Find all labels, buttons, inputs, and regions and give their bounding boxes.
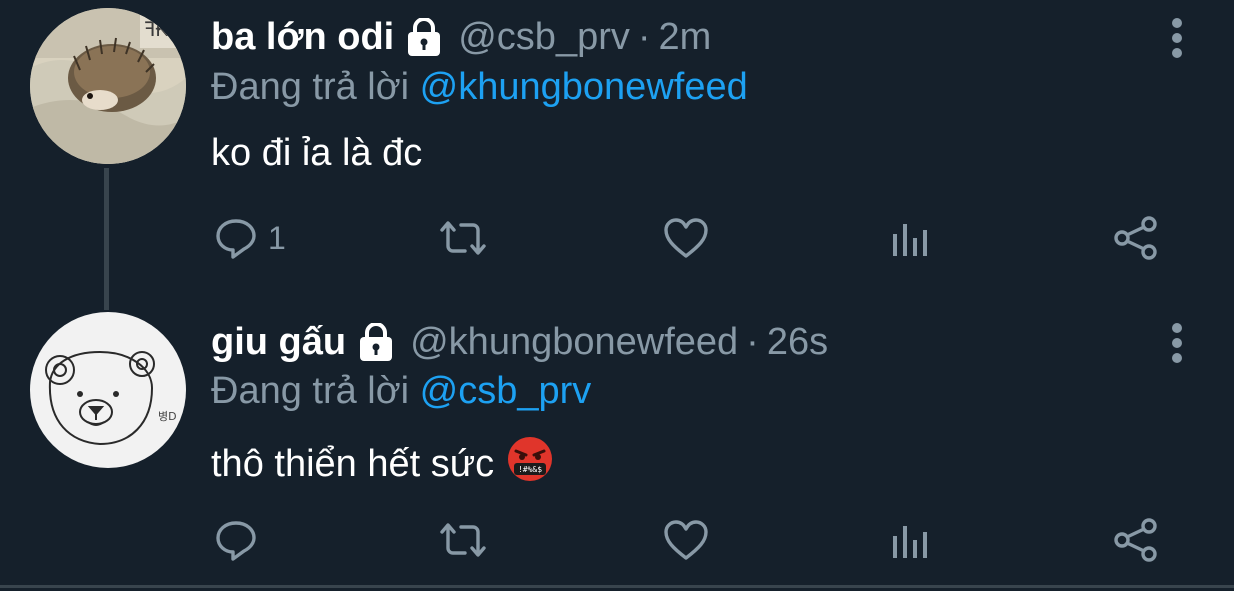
reply-button[interactable]: 1: [214, 208, 286, 268]
analytics-icon: [893, 224, 927, 256]
share-button[interactable]: [1113, 208, 1159, 268]
reply-icon: [216, 521, 256, 561]
lock-icon: [404, 16, 444, 58]
tweet-text-row: thô thiển hết sức !#%&$: [211, 435, 554, 493]
replying-to: Đang trả lời @khungbonewfeed: [211, 66, 748, 109]
retweet-icon: [440, 221, 486, 255]
separator-dot: ·: [746, 321, 759, 363]
tweet[interactable]: 병D giu gấu @khungbonewfeed · 26s Đang tr…: [0, 302, 1234, 588]
display-name[interactable]: ba lớn odi: [211, 16, 394, 59]
heart-icon: [664, 520, 708, 560]
like-button[interactable]: [663, 208, 709, 268]
replying-to-label: Đang trả lời: [211, 66, 410, 108]
analytics-button[interactable]: [891, 208, 931, 268]
action-bar: 1: [0, 208, 1234, 268]
more-options-icon[interactable]: [1170, 16, 1184, 60]
analytics-button[interactable]: [891, 510, 931, 570]
timestamp[interactable]: 2m: [659, 16, 712, 59]
hedgehog-avatar-image: ꟻ₭: [30, 8, 186, 164]
lock-icon: [356, 321, 396, 363]
reply-icon: [216, 219, 256, 259]
retweet-icon: [440, 523, 486, 557]
tweet-header: giu gấu @khungbonewfeed · 26s: [211, 321, 828, 364]
tweet-header: ba lớn odi @csb_prv · 2m: [211, 16, 711, 59]
shirt-print: ꟻ₭: [144, 19, 170, 41]
share-icon: [1114, 518, 1157, 562]
tweet[interactable]: ꟻ₭ ba lớn odi @csb_prv · 2m Đang trả lời…: [0, 0, 1234, 310]
more-options-icon[interactable]: [1170, 321, 1184, 365]
avatar[interactable]: ꟻ₭: [30, 8, 186, 164]
reply-button[interactable]: [214, 510, 268, 570]
reply-count: 1: [268, 219, 286, 256]
mention-link[interactable]: @csb_prv: [420, 370, 592, 412]
heart-icon: [664, 218, 708, 258]
action-bar: [0, 510, 1234, 570]
replying-to-label: Đang trả lời: [211, 370, 410, 412]
tweet-text: ko đi ỉa là đc: [211, 132, 423, 174]
user-handle[interactable]: @csb_prv: [458, 16, 630, 59]
separator-dot: ·: [637, 16, 651, 58]
timestamp[interactable]: 26s: [767, 321, 828, 364]
replying-to: Đang trả lời @csb_prv: [211, 370, 591, 413]
like-button[interactable]: [663, 510, 709, 570]
bear-avatar-image: 병D: [30, 312, 186, 468]
avatar-signature: 병D: [158, 410, 177, 423]
analytics-icon: [893, 526, 927, 558]
mention-link[interactable]: @khungbonewfeed: [420, 66, 748, 108]
divider: [0, 585, 1234, 588]
tweet-text: thô thiển hết sức: [211, 442, 495, 485]
avatar[interactable]: 병D: [30, 312, 186, 468]
retweet-button[interactable]: [437, 208, 489, 268]
angry-emoji-icon: !#%&$: [506, 435, 554, 493]
share-button[interactable]: [1113, 510, 1159, 570]
user-handle[interactable]: @khungbonewfeed: [410, 321, 738, 364]
svg-text:!#%&$: !#%&$: [518, 465, 542, 474]
display-name[interactable]: giu gấu: [211, 321, 346, 364]
share-icon: [1114, 216, 1157, 260]
retweet-button[interactable]: [437, 510, 489, 570]
